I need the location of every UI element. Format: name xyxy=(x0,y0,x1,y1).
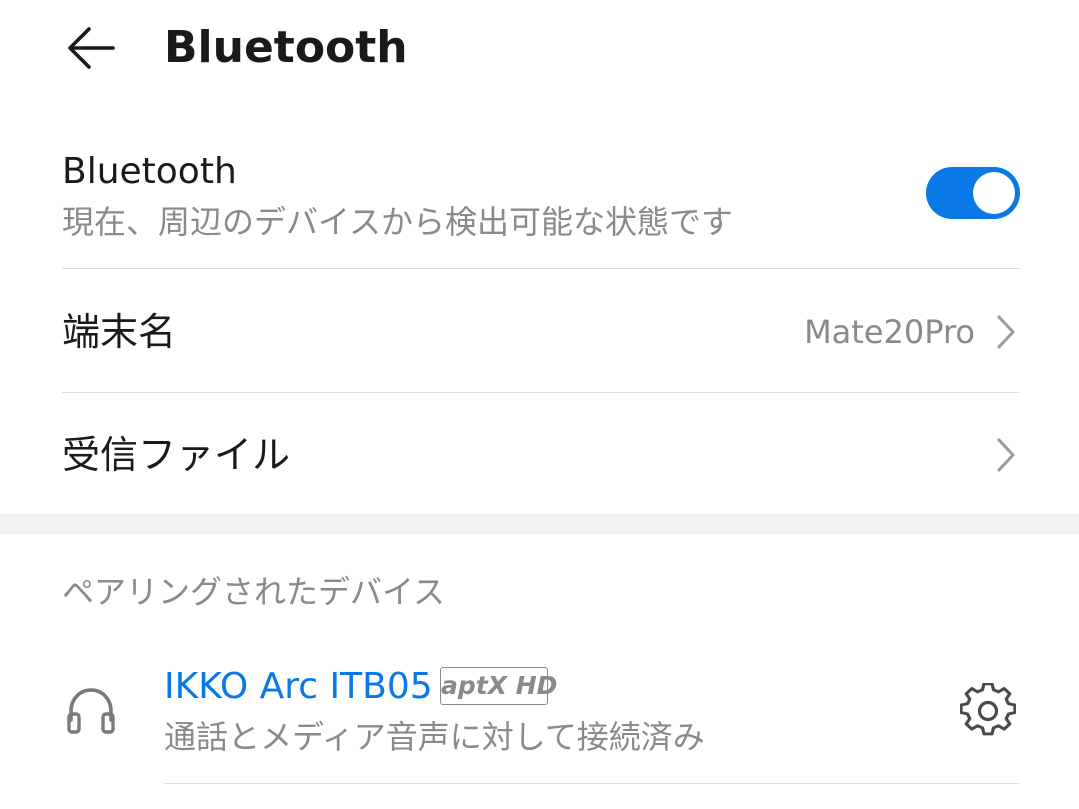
toggle-knob xyxy=(973,172,1015,214)
gear-icon xyxy=(959,682,1017,736)
bluetooth-visibility-status: 現在、周辺のデバイスから検出可能な状態です xyxy=(62,203,734,241)
paired-devices-header: ペアリングされたデバイス xyxy=(62,573,446,611)
device-name-label: 端末名 xyxy=(62,310,177,354)
device-name: IKKO Arc ITB05 xyxy=(164,666,433,707)
bluetooth-toggle-switch[interactable] xyxy=(926,167,1020,219)
received-files-label: 受信ファイル xyxy=(62,433,291,477)
divider xyxy=(164,783,1019,784)
divider xyxy=(62,268,1019,269)
codec-badge: aptX HD xyxy=(440,667,557,705)
bluetooth-toggle-row[interactable]: Bluetooth 現在、周辺のデバイスから検出可能な状態です xyxy=(0,140,1079,268)
chevron-right-icon xyxy=(997,438,1015,472)
device-name-row[interactable]: 端末名 Mate20Pro xyxy=(0,270,1079,392)
headset-icon xyxy=(67,688,115,734)
device-name-value: Mate20Pro xyxy=(804,313,975,351)
received-files-row[interactable]: 受信ファイル xyxy=(0,393,1079,515)
bluetooth-label: Bluetooth xyxy=(62,151,237,192)
back-button[interactable] xyxy=(56,18,126,78)
arrow-left-icon xyxy=(68,27,115,69)
paired-device-item[interactable]: IKKO Arc ITB05 aptX HD 通話とメディア音声に対して接続済み xyxy=(0,650,1079,785)
device-settings-button[interactable] xyxy=(959,682,1017,739)
device-connection-status: 通話とメディア音声に対して接続済み xyxy=(164,718,705,756)
chevron-right-icon xyxy=(997,315,1015,349)
page-title: Bluetooth xyxy=(164,22,408,73)
section-separator xyxy=(0,514,1079,534)
